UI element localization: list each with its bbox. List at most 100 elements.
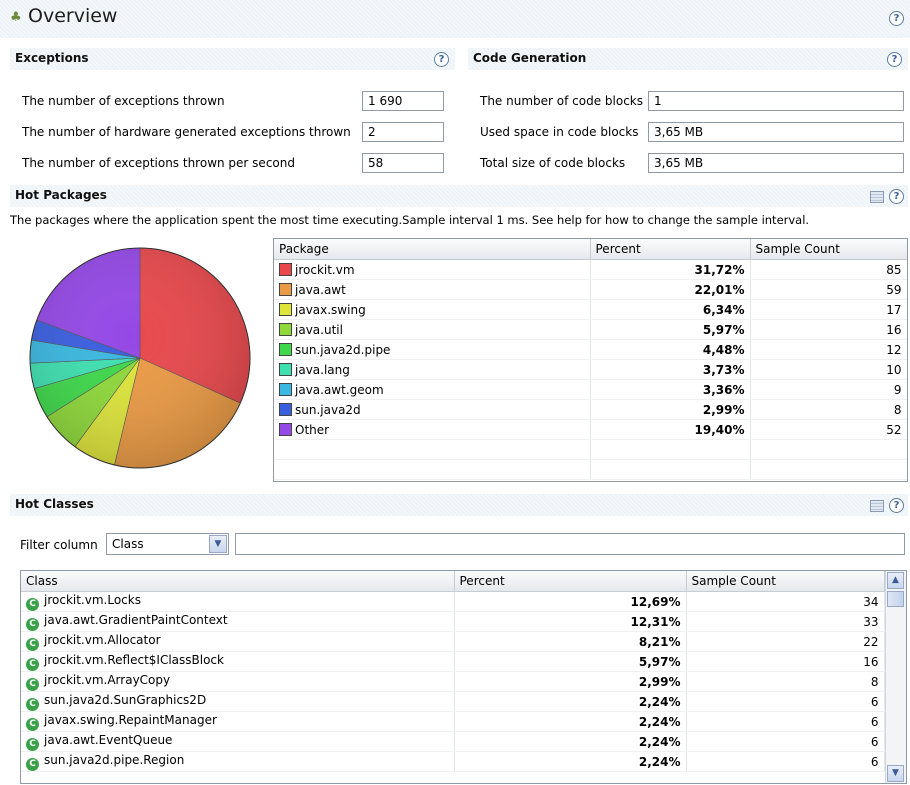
- table-row[interactable]: javax.swing 6,34% 17: [274, 299, 907, 320]
- help-icon[interactable]: ?: [434, 52, 449, 67]
- class-cell: Cjava.awt.EventQueue: [21, 731, 455, 752]
- class-name: jrockit.vm.Allocator: [44, 632, 161, 647]
- class-name: jrockit.vm.Reflect$IClassBlock: [44, 652, 224, 667]
- percent-cell: 5,97%: [454, 651, 687, 672]
- table-row[interactable]: java.awt 22,01% 59: [274, 279, 907, 300]
- hot-packages-header: Hot Packages ?: [10, 185, 908, 207]
- table-row[interactable]: Csun.java2d.pipe.Region 2,24% 6: [21, 751, 885, 772]
- class-name: jrockit.vm.Locks: [44, 592, 141, 607]
- package-name: Other: [295, 422, 330, 437]
- code-generation-value-field[interactable]: 1: [648, 91, 904, 111]
- exceptions-label: The number of exceptions thrown: [22, 94, 225, 108]
- exceptions-value-field[interactable]: 1 690: [362, 91, 444, 111]
- percent-cell: 19,40%: [590, 419, 751, 440]
- table-row[interactable]: jrockit.vm 31,72% 85: [274, 259, 907, 280]
- hot-packages-table: Package Percent Sample Count jrockit.vm 3…: [274, 239, 907, 480]
- code-generation-value-field[interactable]: 3,65 MB: [648, 153, 904, 173]
- class-name: javax.swing.RepaintManager: [44, 712, 217, 727]
- page-header: ♣ Overview ?: [0, 0, 910, 38]
- color-swatch: [279, 302, 292, 316]
- package-cell: Other: [274, 419, 591, 440]
- hot-packages-table-container: Package Percent Sample Count jrockit.vm 3…: [273, 238, 908, 482]
- table-row[interactable]: sun.java2d.pipe 4,48% 12: [274, 339, 907, 360]
- package-cell: sun.java2d: [274, 399, 591, 420]
- percent-cell: 5,97%: [590, 319, 751, 340]
- class-icon: C: [26, 657, 39, 671]
- exceptions-label: The number of hardware generated excepti…: [22, 125, 351, 139]
- vertical-scrollbar[interactable]: ▲ ▼: [885, 571, 906, 783]
- package-name: jrockit.vm: [295, 262, 355, 277]
- package-name: java.util: [295, 322, 343, 337]
- code-generation-title: Code Generation: [473, 51, 587, 65]
- table-row[interactable]: Cjrockit.vm.Allocator 8,21% 22: [21, 631, 885, 652]
- table-row[interactable]: Csun.java2d.SunGraphics2D 2,24% 6: [21, 691, 885, 712]
- code-generation-label: Total size of code blocks: [480, 156, 626, 170]
- table-row[interactable]: Cjrockit.vm.Locks 12,69% 34: [21, 591, 885, 612]
- table-row[interactable]: java.lang 3,73% 10: [274, 359, 907, 380]
- scroll-up-icon[interactable]: ▲: [887, 572, 904, 589]
- color-swatch: [279, 422, 292, 436]
- class-cell: Csun.java2d.pipe.Region: [21, 751, 455, 772]
- scroll-down-icon[interactable]: ▼: [887, 765, 904, 782]
- table-row[interactable]: Cjavax.swing.RepaintManager 2,24% 6: [21, 711, 885, 732]
- chevron-down-icon[interactable]: ▼: [209, 535, 227, 553]
- exceptions-header: Exceptions ?: [10, 48, 455, 70]
- column-header-percent[interactable]: Percent: [454, 571, 687, 592]
- percent-cell: 2,24%: [454, 691, 687, 712]
- table-view-icon[interactable]: [870, 500, 884, 512]
- percent-cell: 2,24%: [454, 731, 687, 752]
- code-generation-label: Used space in code blocks: [480, 125, 639, 139]
- sample-count-cell: 8: [750, 399, 907, 420]
- filter-column-select[interactable]: Class ▼: [106, 533, 229, 555]
- sample-count-cell: 33: [686, 611, 885, 632]
- scrollbar-thumb[interactable]: [887, 591, 904, 607]
- sample-count-cell: 17: [750, 299, 907, 320]
- table-view-icon[interactable]: [870, 191, 884, 203]
- table-row[interactable]: Cjrockit.vm.ArrayCopy 2,99% 8: [21, 671, 885, 692]
- exceptions-value-field[interactable]: 58: [362, 153, 444, 173]
- help-icon[interactable]: ?: [889, 498, 904, 513]
- sample-count-cell: 52: [750, 419, 907, 440]
- table-row[interactable]: Cjava.awt.EventQueue 2,24% 6: [21, 731, 885, 752]
- package-name: sun.java2d: [295, 402, 361, 417]
- sample-count-cell: 10: [750, 359, 907, 380]
- color-swatch: [279, 362, 292, 376]
- filter-column-selected: Class: [112, 537, 144, 551]
- help-icon[interactable]: ?: [889, 189, 904, 204]
- table-row[interactable]: sun.java2d 2,99% 8: [274, 399, 907, 420]
- percent-cell: 22,01%: [590, 279, 751, 300]
- percent-cell: 2,99%: [590, 399, 751, 420]
- package-cell: javax.swing: [274, 299, 591, 320]
- class-icon: C: [26, 717, 39, 731]
- sample-count-cell: 12: [750, 339, 907, 360]
- hot-classes-table: Class Percent Sample Count Cjrockit.vm.L…: [21, 571, 885, 772]
- class-name: java.awt.EventQueue: [44, 732, 173, 747]
- sample-count-cell: 16: [750, 319, 907, 340]
- help-icon[interactable]: ?: [887, 52, 902, 67]
- help-icon[interactable]: ?: [889, 11, 904, 26]
- column-header-class[interactable]: Class: [21, 571, 455, 592]
- code-generation-value-field[interactable]: 3,65 MB: [648, 122, 904, 142]
- overview-icon: ♣: [10, 10, 22, 25]
- column-header-percent[interactable]: Percent: [590, 239, 751, 260]
- table-row[interactable]: java.util 5,97% 16: [274, 319, 907, 340]
- table-row[interactable]: Cjrockit.vm.Reflect$IClassBlock 5,97% 16: [21, 651, 885, 672]
- percent-cell: 2,24%: [454, 751, 687, 772]
- class-icon: C: [26, 677, 39, 691]
- class-icon: C: [26, 697, 39, 711]
- class-cell: Cjavax.swing.RepaintManager: [21, 711, 455, 732]
- exceptions-value-field[interactable]: 2: [362, 122, 444, 142]
- column-header-sample-count[interactable]: Sample Count: [686, 571, 885, 592]
- sample-count-cell: 6: [686, 731, 885, 752]
- table-row[interactable]: Other 19,40% 52: [274, 419, 907, 440]
- package-cell: java.util: [274, 319, 591, 340]
- exceptions-label: The number of exceptions thrown per seco…: [22, 156, 295, 170]
- table-row[interactable]: java.awt.geom 3,36% 9: [274, 379, 907, 400]
- column-header-package[interactable]: Package: [274, 239, 591, 260]
- table-row[interactable]: Cjava.awt.GradientPaintContext 12,31% 33: [21, 611, 885, 632]
- column-header-sample-count[interactable]: Sample Count: [750, 239, 907, 260]
- filter-text-input[interactable]: [235, 533, 905, 555]
- filter-column-label: Filter column: [20, 538, 98, 552]
- sample-count-cell: 22: [686, 631, 885, 652]
- sample-count-cell: 85: [750, 259, 907, 280]
